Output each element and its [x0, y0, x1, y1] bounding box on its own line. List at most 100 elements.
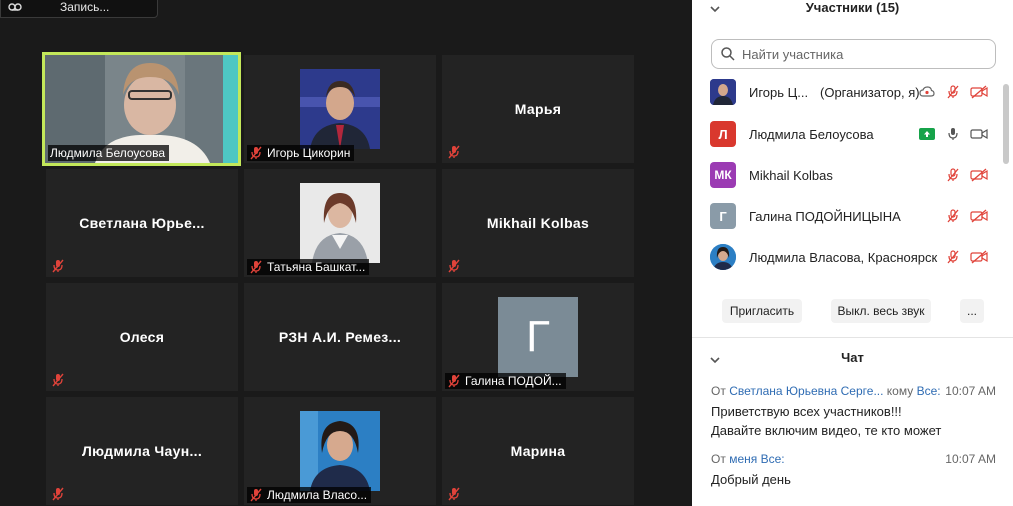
participant-row[interactable]: Игорь Ц... (Организатор, я)	[692, 72, 1000, 112]
mic-muted-icon	[447, 259, 461, 273]
video-tile[interactable]: Людмила Власо...	[244, 397, 436, 505]
avatar-initial: Г	[526, 312, 550, 361]
mic-muted-icon	[249, 260, 263, 274]
participant-name: Олеся	[119, 329, 165, 345]
participant-name: Людмила Белоусова	[749, 126, 874, 142]
participant-name: Людмила Чаун...	[81, 443, 203, 459]
mic-muted-icon	[249, 488, 263, 502]
mute-all-button[interactable]: Выкл. весь звук	[831, 299, 931, 323]
message-sender[interactable]: Светлана Юрьевна Серге...	[729, 384, 883, 398]
video-tile[interactable]: Г Галина ПОДОЙ...	[442, 283, 634, 391]
more-options-button[interactable]: ...	[960, 299, 984, 323]
chat-message: От Светлана Юрьевна Серге... кому Все: 1…	[711, 384, 996, 440]
mic-muted-icon	[51, 259, 65, 273]
participant-name: Галина ПОДОЙНИЦЫНА	[749, 208, 901, 224]
video-tile[interactable]: Марина	[442, 397, 634, 505]
participant-name-label: Татьяна Башкат...	[247, 259, 370, 275]
participant-status-icons	[918, 126, 988, 142]
participant-status-icons	[944, 249, 988, 265]
participant-name: Mikhail Kolbas	[486, 215, 590, 231]
video-tile[interactable]: Игорь Цикорин	[244, 55, 436, 163]
participants-list: Игорь Ц... (Организатор, я) Л Людмила Бе…	[692, 72, 1000, 280]
participant-photo	[300, 183, 380, 263]
search-icon	[720, 46, 736, 62]
cloud-recording-icon	[918, 84, 936, 100]
participant-name: Светлана Юрье...	[79, 215, 205, 231]
participant-name-label: Людмила Белоусова	[48, 145, 169, 161]
video-tile-active-speaker[interactable]: Людмила Белоусова	[42, 52, 241, 166]
participant-photo	[300, 411, 380, 491]
invite-button[interactable]: Пригласить	[722, 299, 802, 323]
participant-name: Галина ПОДОЙ...	[465, 374, 562, 388]
participant-search[interactable]	[711, 39, 996, 69]
message-text: Добрый день	[711, 470, 996, 489]
avatar: Л	[710, 121, 736, 147]
participant-name: Людмила Белоусова	[50, 146, 165, 160]
video-tile[interactable]: Mikhail Kolbas	[442, 169, 634, 277]
mic-muted-icon[interactable]	[944, 84, 962, 100]
section-divider	[692, 337, 1013, 338]
message-time: 10:07 AM	[945, 384, 996, 398]
video-off-icon[interactable]	[970, 208, 988, 224]
mic-muted-icon	[447, 374, 461, 388]
chat-message: От меня Все: 10:07 AM Добрый день	[711, 452, 996, 489]
video-tile[interactable]: Людмила Чаун...	[46, 397, 238, 505]
message-time: 10:07 AM	[945, 452, 996, 466]
side-panel: Участники (15) Игорь Ц... (Организатор, …	[692, 0, 1013, 506]
mic-muted-icon	[51, 373, 65, 387]
avatar	[710, 244, 736, 270]
participant-row[interactable]: Л Людмила Белоусова	[692, 114, 1000, 154]
participants-header: Участники (15)	[692, 0, 1013, 18]
video-off-icon[interactable]	[970, 84, 988, 100]
participant-row[interactable]: Г Галина ПОДОЙНИЦЫНА	[692, 196, 1000, 236]
video-tile[interactable]: Олеся	[46, 283, 238, 391]
participant-name-label: Людмила Власо...	[247, 487, 372, 503]
video-tile[interactable]: Татьяна Башкат...	[244, 169, 436, 277]
avatar-initials: Л	[718, 126, 728, 142]
message-line: Давайте включим видео, те кто может	[711, 423, 942, 438]
participant-name-label: Галина ПОДОЙ...	[445, 373, 566, 389]
chat-header: Чат	[692, 350, 1013, 368]
recording-icon	[8, 0, 22, 14]
video-off-icon[interactable]	[970, 167, 988, 183]
participant-status-icons	[944, 208, 988, 224]
video-off-icon[interactable]	[970, 249, 988, 265]
avatar-initials: МК	[714, 168, 732, 182]
screen-share-icon	[918, 126, 936, 142]
participant-row[interactable]: Людмила Власова, Красноярск	[692, 237, 1000, 277]
zoom-meeting-window: Запись... Людмила Белоусова Игорь Цикори…	[0, 0, 1013, 506]
search-input[interactable]	[742, 46, 982, 62]
mic-muted-icon	[51, 487, 65, 501]
avatar: Г	[710, 203, 736, 229]
message-from-prefix: От	[711, 452, 726, 466]
participant-name: Игорь Ц...	[749, 84, 809, 100]
mic-muted-icon	[447, 145, 461, 159]
video-tile[interactable]: Марья	[442, 55, 634, 163]
participants-actions: Пригласить Выкл. весь звук ...	[692, 299, 1013, 323]
message-from-prefix: От	[711, 384, 726, 398]
participant-name: Mikhail Kolbas	[749, 167, 833, 183]
message-recipient: Все:	[760, 452, 785, 466]
participant-name: Татьяна Башкат...	[267, 260, 366, 274]
mic-icon[interactable]	[944, 126, 962, 142]
avatar-initials: Г	[719, 208, 727, 224]
participant-name: Марья	[514, 101, 562, 117]
mic-muted-icon[interactable]	[944, 167, 962, 183]
scrollbar-thumb[interactable]	[1003, 84, 1009, 164]
message-line: Добрый день	[711, 472, 791, 487]
message-sender: меня	[729, 452, 758, 466]
mic-muted-icon	[447, 487, 461, 501]
video-tile[interactable]: РЗН А.И. Ремез...	[244, 283, 436, 391]
message-recipient: Все:	[916, 384, 941, 398]
video-tile[interactable]: Светлана Юрье...	[46, 169, 238, 277]
mic-muted-icon[interactable]	[944, 208, 962, 224]
mic-muted-icon[interactable]	[944, 249, 962, 265]
participant-name: РЗН А.И. Ремез...	[278, 329, 402, 345]
participant-photo	[300, 69, 380, 149]
participant-name-label: Игорь Цикорин	[247, 145, 355, 161]
participants-scrollbar[interactable]	[1002, 72, 1010, 280]
video-camera-icon[interactable]	[970, 126, 988, 142]
recording-label: Запись...	[60, 0, 110, 14]
participant-row[interactable]: МК Mikhail Kolbas	[692, 155, 1000, 195]
recording-indicator[interactable]: Запись...	[0, 0, 158, 18]
